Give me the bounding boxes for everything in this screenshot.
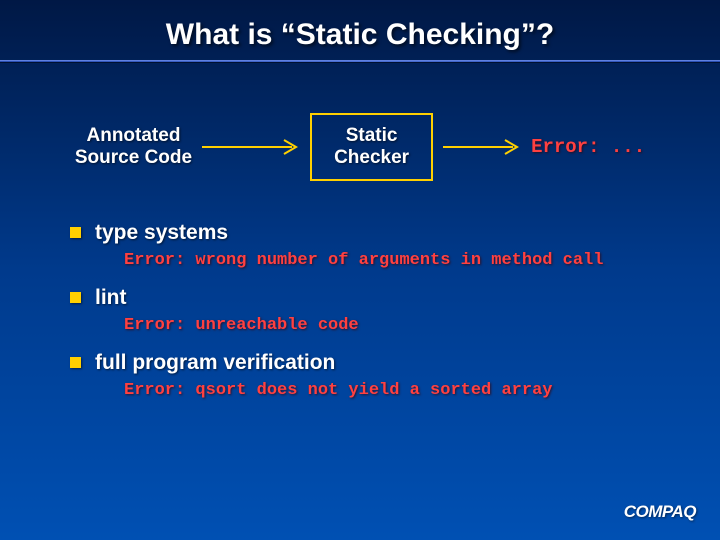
bullet-error: Error: qsort does not yield a sorted arr… (124, 381, 670, 400)
bullet-label: full program verification (95, 351, 335, 375)
arrow-icon (196, 137, 306, 157)
list-item: lint (70, 286, 670, 310)
bullet-error: Error: wrong number of arguments in meth… (124, 251, 670, 270)
list-item: full program verification (70, 351, 670, 375)
bullet-icon (70, 227, 81, 238)
compaq-logo: COMPAQ (624, 502, 696, 522)
diagram-input: Annotated Source Code (75, 125, 192, 169)
diagram-output: Error: ... (531, 136, 645, 158)
title-underline (0, 60, 720, 63)
list-item: type systems (70, 221, 670, 245)
bullet-error: Error: unreachable code (124, 316, 670, 335)
bullet-label: type systems (95, 221, 228, 245)
flow-diagram: Annotated Source Code Static Checker Err… (0, 113, 720, 181)
arrow-icon (437, 137, 527, 157)
bullet-label: lint (95, 286, 127, 310)
bullet-list: type systems Error: wrong number of argu… (0, 221, 720, 400)
slide-title: What is “Static Checking”? (0, 0, 720, 60)
bullet-icon (70, 357, 81, 368)
diagram-process-box: Static Checker (310, 113, 433, 181)
bullet-icon (70, 292, 81, 303)
